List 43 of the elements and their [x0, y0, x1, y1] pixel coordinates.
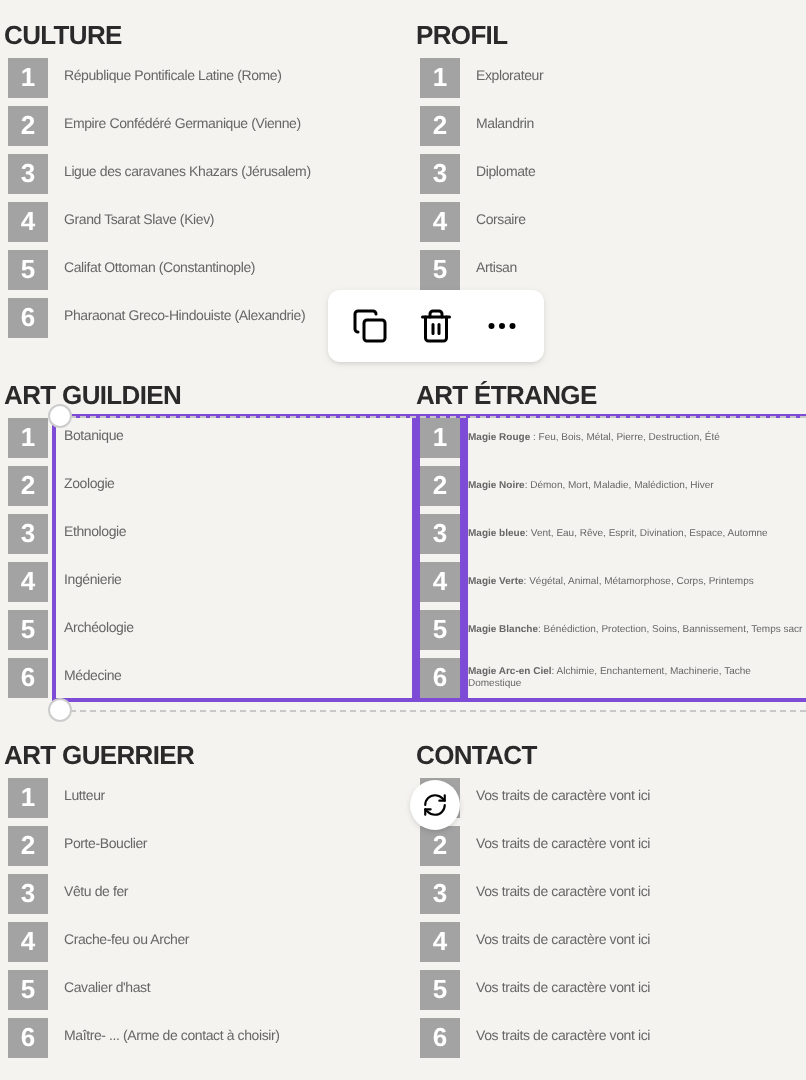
number-tile: 4 — [420, 202, 460, 242]
number-tile: 6 — [420, 1018, 460, 1058]
resize-handle[interactable] — [48, 404, 72, 428]
number-tile: 1 — [420, 418, 460, 458]
number-tile: 5 — [420, 250, 460, 290]
number-tile: 5 — [8, 250, 48, 290]
number-tile: 5 — [8, 610, 48, 650]
section-heading: CULTURE — [4, 18, 124, 54]
number-tile: 5 — [420, 970, 460, 1010]
number-tile: 5 — [8, 970, 48, 1010]
number-tile: 4 — [420, 922, 460, 962]
number-tile: 3 — [420, 514, 460, 554]
rotate-icon[interactable] — [410, 780, 460, 830]
number-tile: 4 — [8, 562, 48, 602]
number-tile: 2 — [8, 826, 48, 866]
section-heading: PROFIL — [416, 18, 510, 54]
section-heading: ART ÉTRANGE — [416, 378, 599, 414]
number-tile: 3 — [420, 874, 460, 914]
number-tile: 1 — [8, 418, 48, 458]
number-tile: 3 — [8, 874, 48, 914]
resize-handle[interactable] — [48, 698, 72, 722]
section-heading: ART GUILDIEN — [4, 378, 184, 414]
number-tile: 1 — [8, 778, 48, 818]
section-heading: ART GUERRIER — [4, 738, 197, 774]
number-tile: 3 — [420, 154, 460, 194]
number-tile: 5 — [420, 610, 460, 650]
number-tile: 2 — [8, 466, 48, 506]
number-tile: 6 — [420, 658, 460, 698]
number-tile: 2 — [420, 466, 460, 506]
section-heading: CONTACT — [416, 738, 539, 774]
number-tile: 6 — [8, 658, 48, 698]
number-tile: 4 — [8, 922, 48, 962]
number-tile: 1 — [8, 58, 48, 98]
number-tile: 6 — [8, 298, 48, 338]
number-tile: 2 — [8, 106, 48, 146]
number-tile: 1 — [420, 58, 460, 98]
number-tile: 2 — [420, 106, 460, 146]
number-tile: 6 — [8, 1018, 48, 1058]
number-tile: 3 — [8, 154, 48, 194]
number-tile: 4 — [420, 562, 460, 602]
number-tile: 2 — [420, 826, 460, 866]
number-tile: 3 — [8, 514, 48, 554]
number-tile: 4 — [8, 202, 48, 242]
